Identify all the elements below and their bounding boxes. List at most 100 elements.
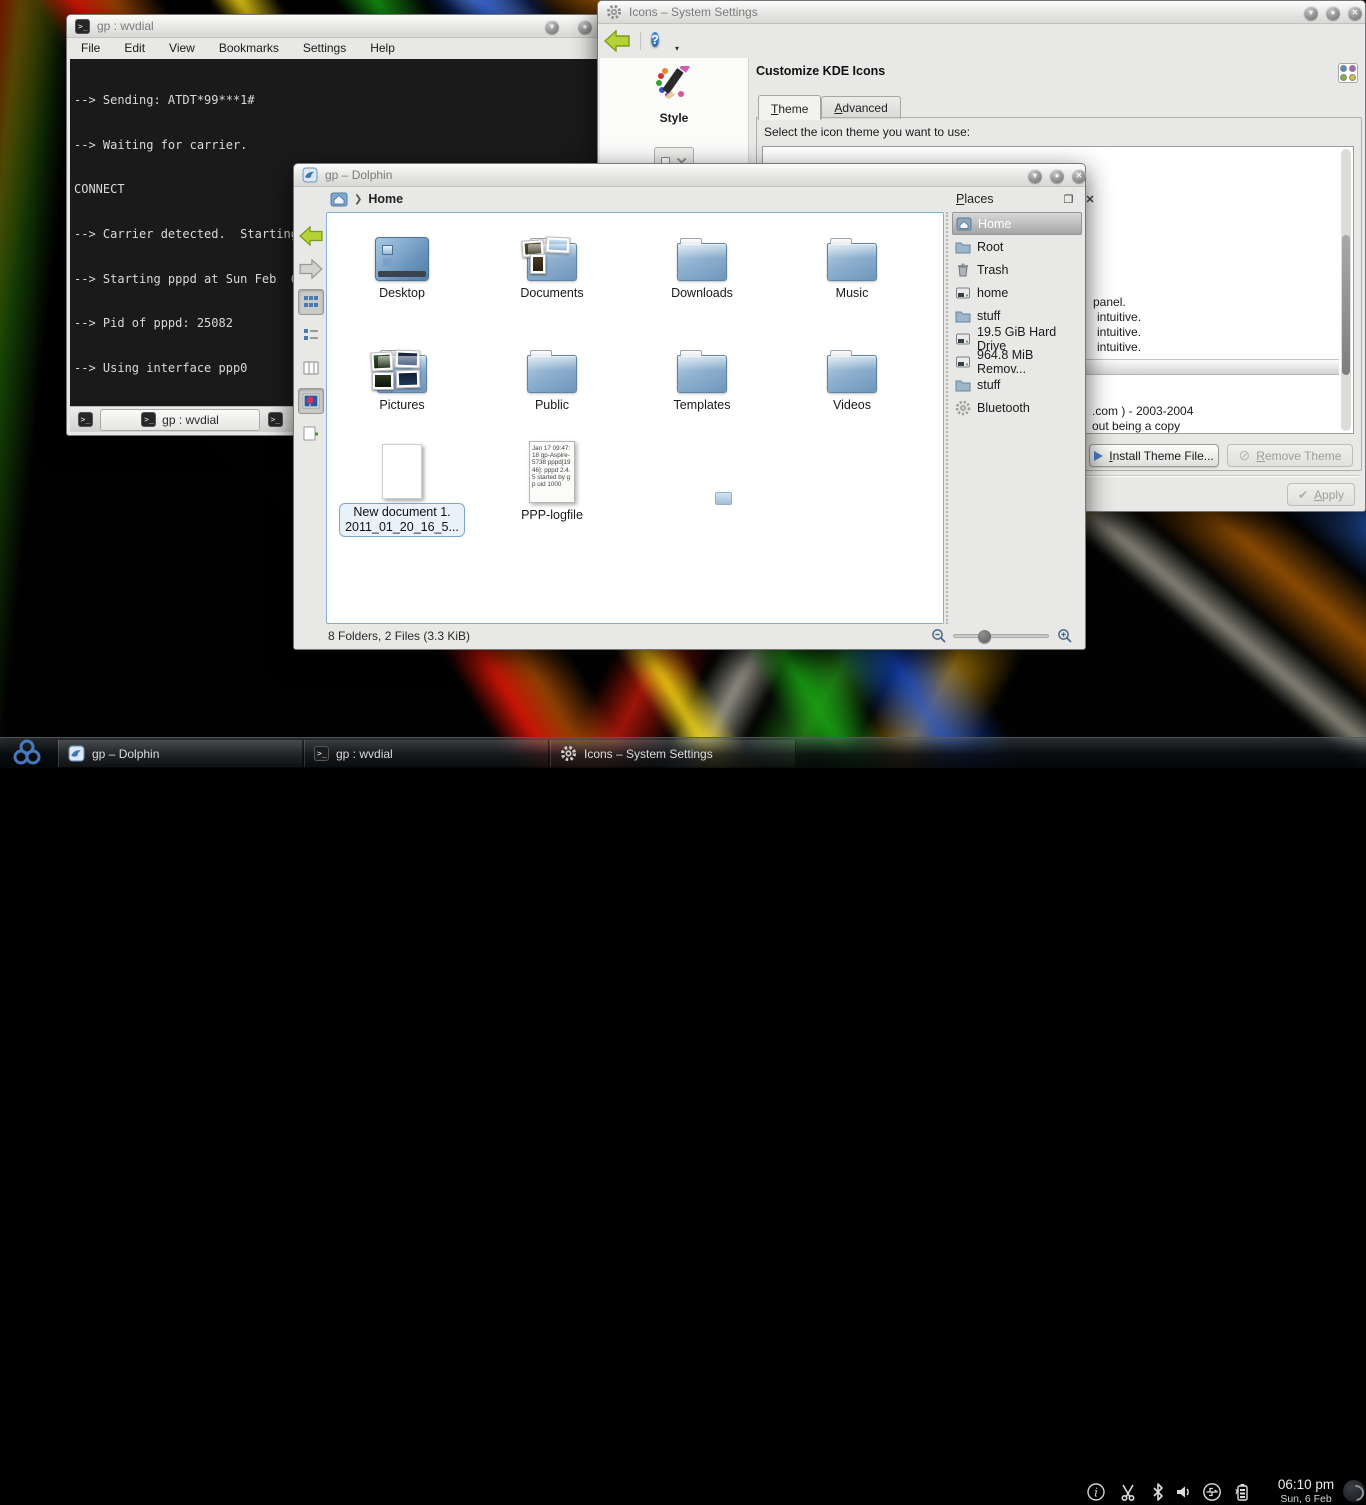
help-button[interactable]: ? ▾ [651, 29, 677, 53]
close-button[interactable]: ✕ [1348, 6, 1362, 20]
konsole-titlebar[interactable]: >_ gp : wvdial ▾ ● ✕ [67, 15, 650, 38]
install-theme-button[interactable]: Install Theme File... [1089, 444, 1219, 467]
app-launcher-icon[interactable] [10, 738, 44, 768]
minimize-button[interactable]: ▾ [1028, 169, 1042, 183]
places-item-trash[interactable]: Trash [952, 258, 1082, 281]
zoom-in-icon[interactable] [1057, 628, 1073, 644]
notifications-icon[interactable]: i [1086, 1482, 1106, 1502]
terminal-line: --> Sending: ATDT*99***1# [74, 93, 645, 108]
file-item-music[interactable]: Music [777, 225, 927, 300]
places-item-home[interactable]: Home [952, 212, 1082, 235]
menu-help[interactable]: Help [370, 41, 395, 55]
places-item-removable-media[interactable]: 964.8 MiB Remov... [952, 350, 1082, 373]
chevron-down-icon: ▾ [675, 44, 679, 53]
sidebar-item-style-label: Style [600, 111, 748, 125]
desktop-folder-icon [375, 237, 429, 281]
battery-icon[interactable] [1232, 1482, 1252, 1502]
menu-edit[interactable]: Edit [124, 41, 145, 55]
places-item-home-partition[interactable]: home [952, 281, 1082, 304]
menu-settings[interactable]: Settings [303, 41, 346, 55]
file-item-documents[interactable]: Documents [477, 225, 627, 300]
system-settings-titlebar[interactable]: Icons – System Settings ▾ ● ✕ [598, 1, 1365, 24]
file-item-videos[interactable]: Videos [777, 337, 927, 412]
task-wvdial[interactable]: >_ gp : wvdial [304, 740, 549, 767]
forward-button[interactable] [298, 256, 324, 282]
panel-splitter[interactable] [946, 212, 948, 624]
bluetooth-icon[interactable] [1148, 1482, 1168, 1502]
scrollbar-thumb[interactable] [1342, 235, 1350, 375]
icon-sizes-button[interactable] [1338, 63, 1358, 83]
close-panel-icon[interactable]: ✕ [1085, 193, 1094, 206]
dolphin-titlebar[interactable]: gp – Dolphin ▾ ● ✕ [294, 164, 1085, 187]
page-title: Customize KDE Icons [756, 64, 885, 78]
maximize-button[interactable]: ● [578, 20, 592, 34]
settings-tabs: Theme Advanced [758, 95, 901, 119]
klipper-scissors-icon[interactable] [1118, 1482, 1138, 1502]
home-icon [956, 216, 972, 232]
preview-toggle-button[interactable] [298, 388, 324, 414]
maximize-button[interactable]: ● [1050, 169, 1064, 183]
loading-preview-icon [715, 492, 732, 505]
zoom-slider-handle[interactable] [978, 630, 991, 643]
places-item-stuff-2[interactable]: stuff [952, 373, 1082, 396]
menu-file[interactable]: File [81, 41, 100, 55]
system-settings-window-title: Icons – System Settings [629, 5, 758, 19]
breadcrumb-arrow-icon: ❯ [354, 194, 362, 205]
downloads-folder-icon [677, 243, 727, 281]
file-item-desktop[interactable]: Desktop [327, 225, 477, 300]
minimize-button[interactable]: ▾ [1304, 6, 1318, 20]
tab-list-button[interactable]: >_ [264, 409, 286, 431]
menu-view[interactable]: View [169, 41, 195, 55]
konsole-tab[interactable]: >_ gp : wvdial [100, 409, 260, 431]
tab-advanced[interactable]: Advanced [821, 96, 900, 119]
places-panel-header: Places ❐ ✕ [956, 187, 1095, 211]
places-item-root[interactable]: Root [952, 235, 1082, 258]
zoom-slider[interactable] [953, 634, 1049, 638]
clock[interactable]: 06:10 pm Sun, 6 Feb [1266, 1477, 1346, 1505]
remove-theme-button[interactable]: ⊘ Remove Theme [1227, 444, 1353, 467]
file-item-templates[interactable]: Templates [627, 337, 777, 412]
file-item-new-document[interactable]: New document 1.2011_01_20_16_5... [327, 437, 477, 537]
usb-device-notifier-icon[interactable] [1202, 1482, 1222, 1502]
task-system-settings[interactable]: Icons – System Settings [550, 740, 796, 767]
task-dolphin[interactable]: gp – Dolphin [58, 740, 303, 767]
new-tab-button[interactable]: >_ [74, 409, 96, 431]
file-item-pictures[interactable]: Pictures [327, 337, 477, 412]
removable-drive-icon [955, 354, 971, 370]
back-button[interactable] [298, 223, 324, 249]
theme-description-fragment: intuitive. [1097, 340, 1141, 354]
close-button[interactable]: ✕ [1072, 169, 1086, 183]
minimize-button[interactable]: ▾ [545, 20, 559, 34]
split-add-icon [303, 426, 320, 443]
style-pencil-icon [653, 66, 695, 102]
home-icon[interactable] [330, 190, 348, 208]
volume-icon[interactable] [1174, 1482, 1194, 1502]
folder-view[interactable]: Desktop Documents Downloads Music [326, 212, 944, 624]
tab-theme[interactable]: Theme [758, 95, 821, 120]
file-item-public[interactable]: Public [477, 337, 627, 412]
status-text: 8 Folders, 2 Files (3.3 KiB) [328, 629, 470, 643]
zoom-out-icon[interactable] [931, 628, 947, 644]
breadcrumb-home[interactable]: Home [368, 192, 403, 206]
file-item-ppp-logfile[interactable]: Jan 17 09:47:18 gp-Aspire-5738 pppd[1946… [477, 437, 627, 522]
file-item-downloads[interactable]: Downloads [627, 225, 777, 300]
gear-icon [606, 4, 622, 20]
dolphin-toolbar [297, 211, 325, 646]
icons-view-button[interactable] [298, 289, 324, 315]
sidebar-item-style[interactable]: Style [600, 58, 748, 125]
maximize-button[interactable]: ● [1326, 6, 1340, 20]
places-item-bluetooth[interactable]: Bluetooth [952, 396, 1082, 419]
details-view-button[interactable] [298, 322, 324, 348]
columns-view-button[interactable] [298, 355, 324, 381]
import-icon [1094, 451, 1103, 461]
scrollbar[interactable] [1341, 149, 1351, 431]
float-panel-icon[interactable]: ❐ [1064, 193, 1074, 206]
back-button[interactable] [604, 30, 630, 52]
select-theme-prompt: Select the icon theme you want to use: [764, 125, 970, 139]
theme-description-fragment: panel. [1093, 295, 1126, 309]
menu-bookmarks[interactable]: Bookmarks [219, 41, 279, 55]
split-view-button[interactable] [298, 421, 324, 447]
panel-cashew-icon[interactable] [1342, 1479, 1366, 1503]
clock-date: Sun, 6 Feb [1266, 1493, 1346, 1505]
apply-button[interactable]: ✔ Apply [1287, 483, 1355, 506]
